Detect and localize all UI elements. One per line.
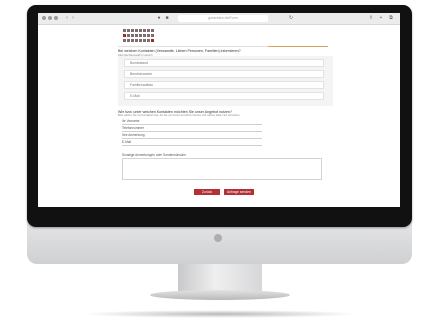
minimize-window-icon[interactable]: [48, 16, 52, 20]
shield-icon: ●: [157, 15, 161, 21]
option-1[interactable]: Bundesland: [124, 59, 324, 67]
tab-icon[interactable]: ■: [164, 15, 170, 21]
logo-row-2: [123, 34, 154, 37]
logo-row-3: [123, 39, 154, 42]
tabs-overview-icon[interactable]: ⧉: [388, 15, 394, 21]
field-line-2[interactable]: [122, 131, 262, 132]
field-label-2: Telefonnummer: [122, 126, 144, 130]
field-label-3: Ihre Anmerkung: [122, 133, 145, 137]
forward-arrow-icon[interactable]: ›: [70, 15, 76, 21]
question2-subtitle: Bitte wählen Sie ein Kontaktart aus, die…: [118, 114, 241, 117]
url-text: gutachten.de/Form: [208, 16, 238, 20]
screen: ‹ › ● ■ gutachten.de/Form ↻ ⇧ + ⧉ Bei we…: [38, 13, 400, 207]
add-tab-icon[interactable]: +: [378, 15, 384, 21]
monitor-stand-foot: [150, 290, 290, 300]
reload-icon[interactable]: ↻: [288, 15, 294, 21]
close-window-icon[interactable]: [42, 16, 46, 20]
option-2[interactable]: Berufsbranche: [124, 70, 324, 78]
submit-button[interactable]: Anfrage senden: [224, 189, 254, 195]
share-icon[interactable]: ⇧: [368, 15, 374, 21]
browser-titlebar: ‹ › ● ■ gutachten.de/Form ↻ ⇧ + ⧉: [38, 13, 400, 25]
field-label-1: Ihr Vorname: [122, 119, 140, 123]
logo-row-1: [123, 29, 154, 32]
apple-logo-icon: [214, 234, 222, 242]
back-button[interactable]: Zurück: [194, 189, 220, 195]
field-line-1[interactable]: [122, 124, 262, 125]
field-line-3[interactable]: [122, 138, 262, 139]
field-label-4: E-Mail: [122, 140, 132, 144]
header-accent: [268, 46, 328, 47]
option-3[interactable]: Familienaufbau: [124, 81, 324, 89]
maximize-window-icon[interactable]: [54, 16, 58, 20]
comment-textarea[interactable]: [122, 158, 322, 180]
option-4[interactable]: E-Mail: [124, 92, 324, 100]
desk-shadow: [80, 310, 360, 318]
field-line-4[interactable]: [122, 145, 262, 146]
address-bar[interactable]: gutachten.de/Form: [178, 15, 268, 22]
comment-label: Sonstige Anmerkungen oder Sonderwünsche: [122, 153, 186, 157]
